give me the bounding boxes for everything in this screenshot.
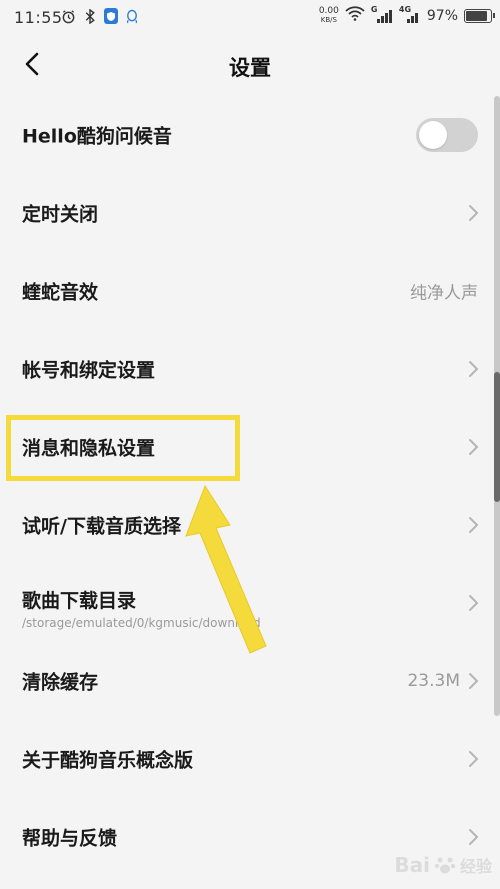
highlight-box xyxy=(6,415,240,481)
chevron-right-icon xyxy=(469,673,479,689)
setting-row-sleep-timer[interactable]: 定时关闭 xyxy=(0,174,500,252)
setting-label: 帐号和绑定设置 xyxy=(22,359,156,382)
setting-row-download-dir[interactable]: 歌曲下载目录 /storage/emulated/0/kgmusic/downl… xyxy=(0,564,500,642)
status-time: 11:55 xyxy=(14,8,63,27)
battery-icon xyxy=(464,8,495,23)
setting-label: 关于酷狗音乐概念版 xyxy=(22,749,194,772)
setting-subtitle: /storage/emulated/0/kgmusic/download xyxy=(22,616,261,630)
setting-row-clear-cache[interactable]: 清除缓存 23.3M xyxy=(0,642,500,720)
status-icons-left xyxy=(60,8,140,24)
chevron-right-icon xyxy=(469,751,479,767)
speed-unit: KB/S xyxy=(320,15,337,24)
setting-row-about[interactable]: 关于酷狗音乐概念版 xyxy=(0,720,500,798)
setting-label: 帮助与反馈 xyxy=(22,827,118,850)
settings-list: Hello酷狗问候音 定时关闭 蝰蛇音效 纯净人声 帐号和绑定设置 消息和隐私设… xyxy=(0,96,500,876)
setting-row-viper-sound[interactable]: 蝰蛇音效 纯净人声 xyxy=(0,252,500,330)
network-type-b: 4G xyxy=(398,4,412,14)
chevron-right-icon xyxy=(469,205,479,221)
setting-label: 清除缓存 xyxy=(22,671,99,694)
chevron-right-icon xyxy=(469,829,479,845)
chevron-right-icon xyxy=(469,361,479,377)
watermark: Bai 经验 xyxy=(394,853,492,877)
setting-row-greeting: Hello酷狗问候音 xyxy=(0,96,500,174)
setting-row-audio-quality[interactable]: 试听/下载音质选择 xyxy=(0,486,500,564)
qq-icon xyxy=(124,8,140,24)
page-title: 设置 xyxy=(229,56,271,80)
chevron-right-icon xyxy=(469,595,479,611)
scrollbar-thumb[interactable] xyxy=(494,372,500,502)
setting-value: 纯净人声 xyxy=(410,283,478,304)
chevron-right-icon xyxy=(469,439,479,455)
alarm-icon xyxy=(60,8,76,24)
watermark-brand: Bai xyxy=(394,853,430,877)
toggle-knob xyxy=(419,121,447,149)
shield-icon xyxy=(104,8,118,24)
bluetooth-icon xyxy=(82,8,98,24)
signal-4g-icon: 4G xyxy=(398,4,421,24)
wifi-icon xyxy=(345,6,365,25)
setting-label: Hello酷狗问候音 xyxy=(22,125,172,148)
setting-label: 歌曲下载目录 xyxy=(22,590,137,612)
signal-icon: G xyxy=(370,4,393,24)
setting-value: 23.3M xyxy=(407,671,460,691)
top-bar: 设置 xyxy=(0,34,500,96)
paw-icon xyxy=(434,857,456,874)
setting-row-account-binding[interactable]: 帐号和绑定设置 xyxy=(0,330,500,408)
setting-label: 蝰蛇音效 xyxy=(22,281,99,304)
greeting-toggle[interactable] xyxy=(416,118,478,152)
speed-value: 0.00 xyxy=(318,5,339,16)
chevron-right-icon xyxy=(469,517,479,533)
setting-label: 试听/下载音质选择 xyxy=(22,515,181,538)
status-bar: 11:55 0.00 KB/S G 4G 97% xyxy=(0,0,500,34)
battery-fill xyxy=(466,10,487,21)
network-type-a: G xyxy=(370,4,378,14)
watermark-suffix: 经验 xyxy=(459,857,492,876)
status-icons-right: 0.00 KB/S G 4G 97% xyxy=(318,4,495,25)
network-speed: 0.00 KB/S xyxy=(318,5,339,25)
setting-label: 定时关闭 xyxy=(22,203,99,226)
battery-percent: 97% xyxy=(426,7,458,24)
